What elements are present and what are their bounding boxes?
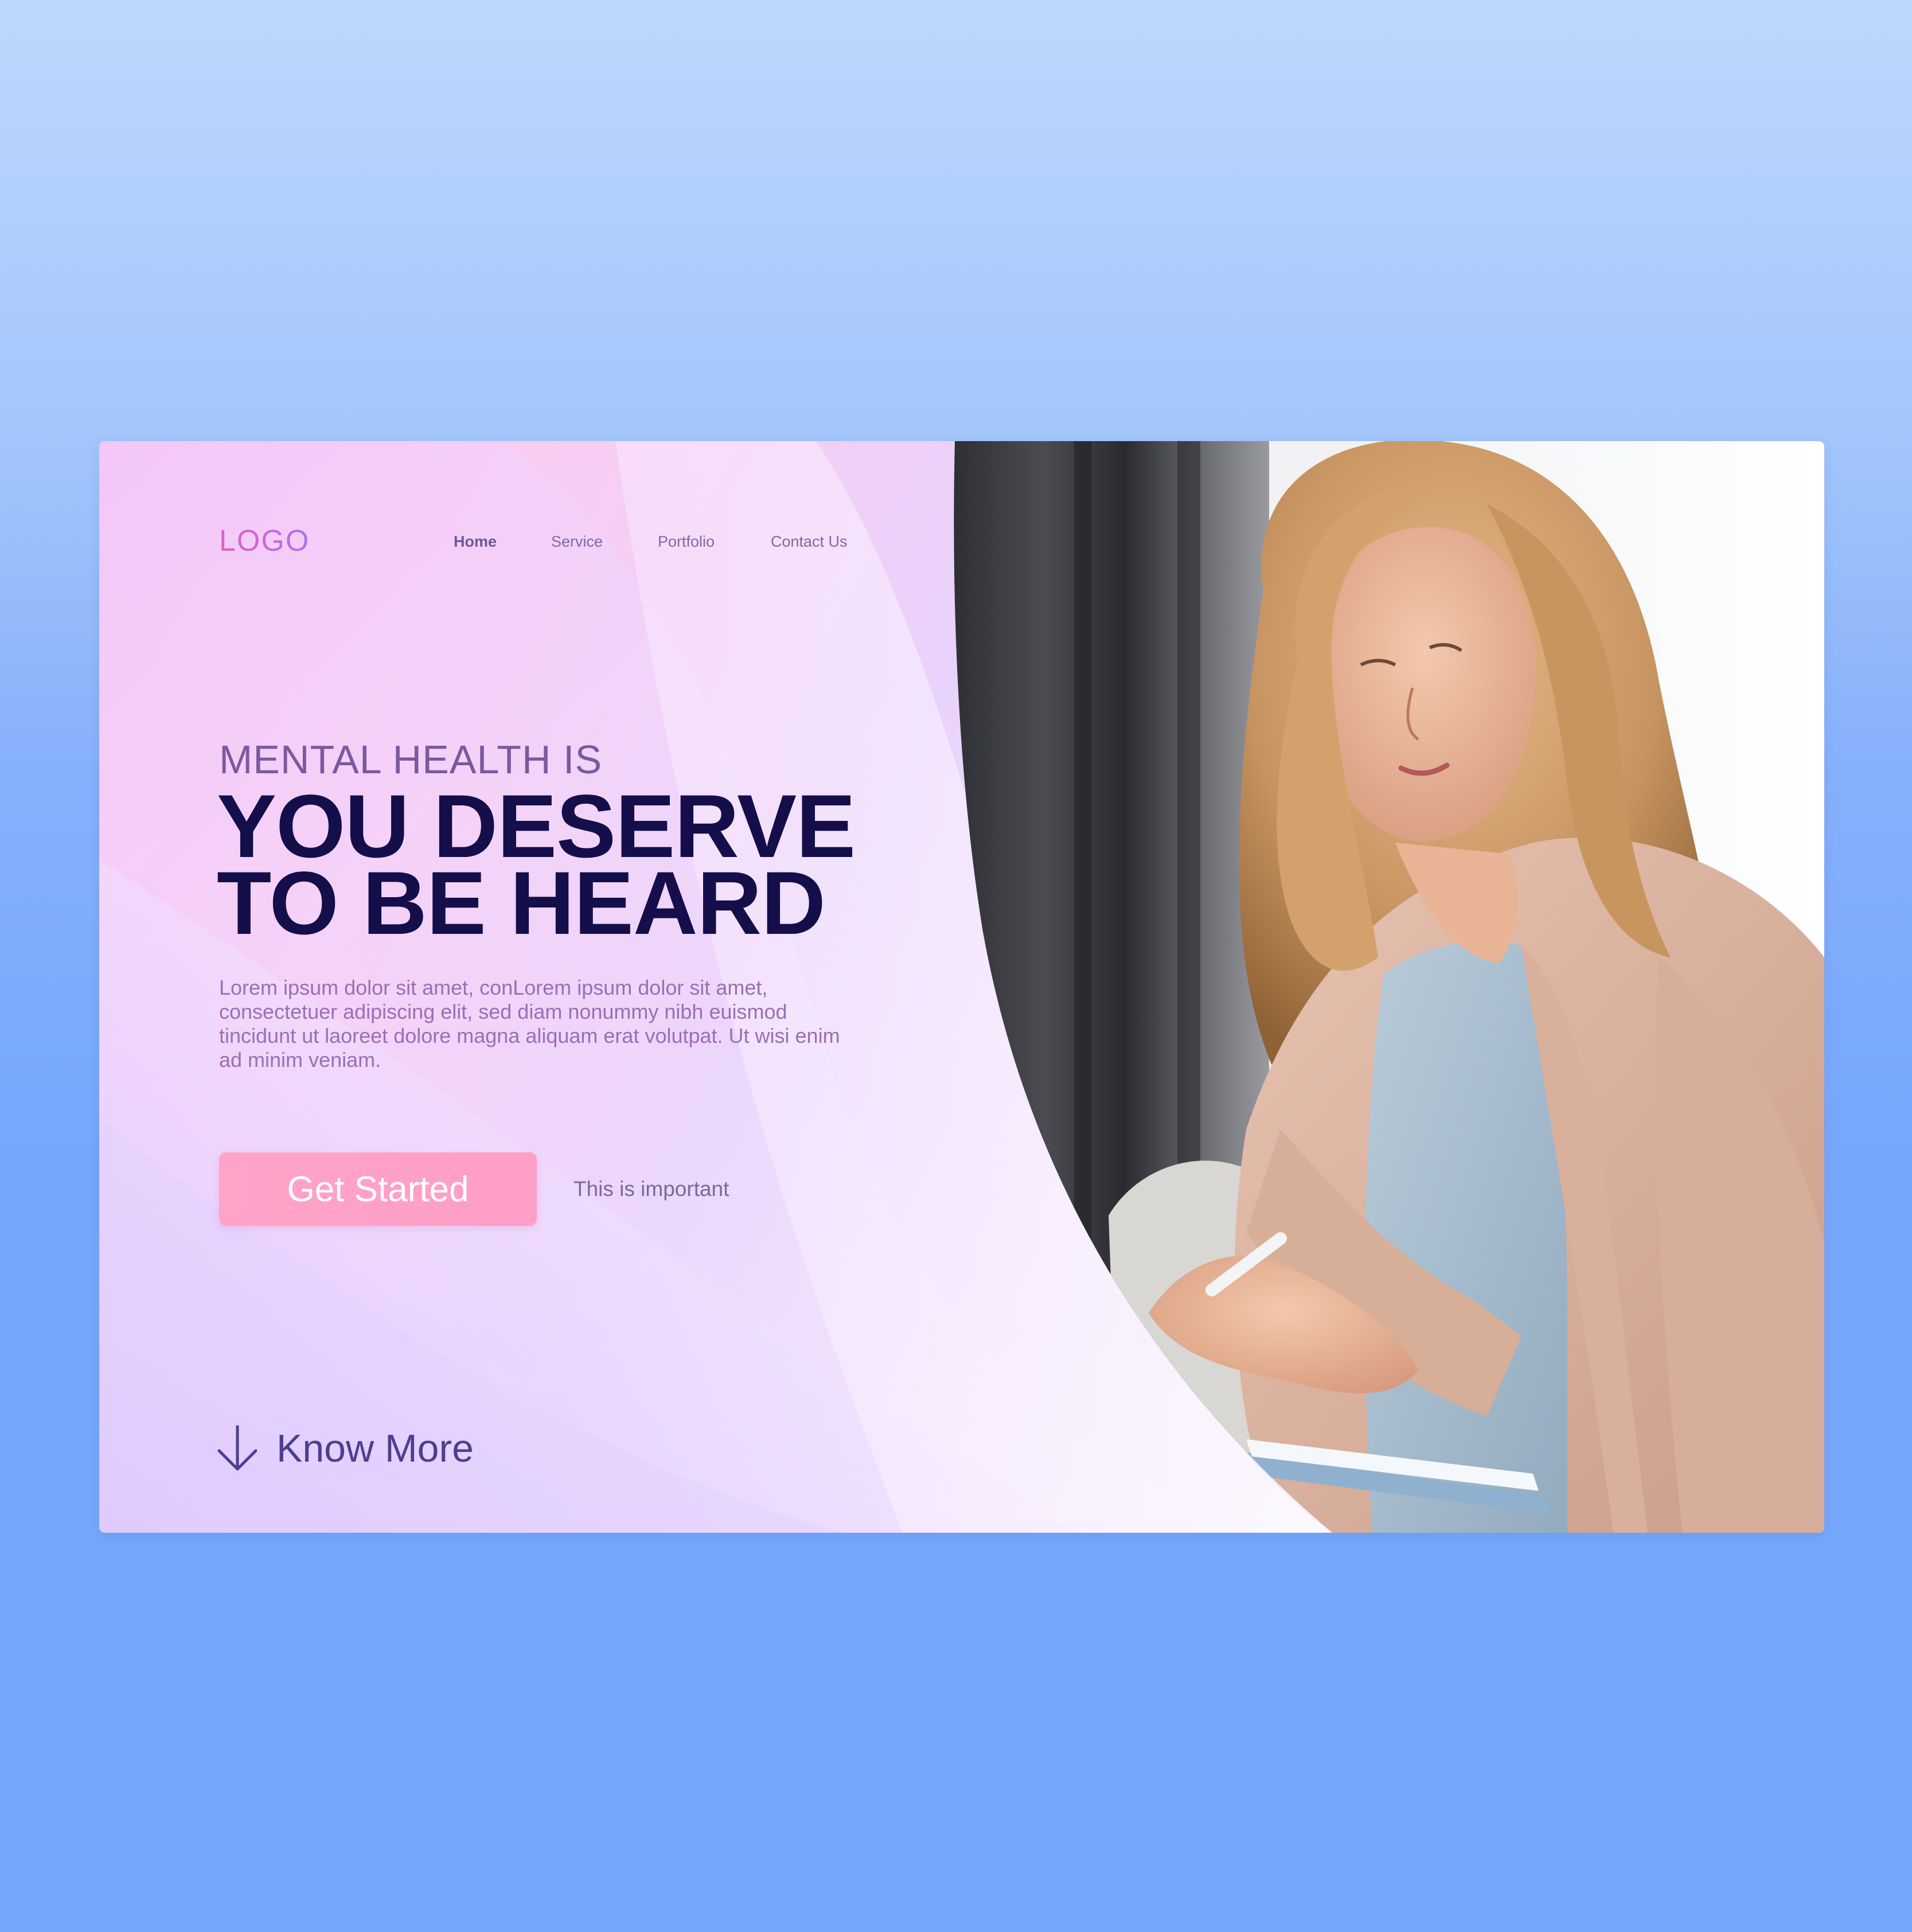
nav-item-portfolio[interactable]: Portfolio xyxy=(658,533,771,551)
hero-description: Lorem ipsum dolor sit amet, conLorem ips… xyxy=(219,976,840,1072)
arrow-down-icon xyxy=(217,1425,257,1471)
nav-item-service[interactable]: Service xyxy=(551,533,658,551)
logo[interactable]: LOGO xyxy=(219,524,310,558)
nav-item-home[interactable]: Home xyxy=(454,533,551,551)
top-nav: Home Service Portfolio Contact Us xyxy=(454,533,848,551)
hero-card: LOGO Home Service Portfolio Contact Us M… xyxy=(99,441,1824,1533)
know-more-label: Know More xyxy=(276,1427,474,1470)
cta-note: This is important xyxy=(573,1177,729,1201)
know-more-link[interactable]: Know More xyxy=(216,1424,474,1473)
get-started-button[interactable]: Get Started xyxy=(219,1152,537,1226)
hero-headline: YOU DESERVE TO BE HEARD xyxy=(217,782,856,953)
headline-line-2: TO BE HEARD xyxy=(217,854,826,953)
nav-item-contact-us[interactable]: Contact Us xyxy=(771,533,848,551)
hero-eyebrow: MENTAL HEALTH IS xyxy=(219,737,603,782)
